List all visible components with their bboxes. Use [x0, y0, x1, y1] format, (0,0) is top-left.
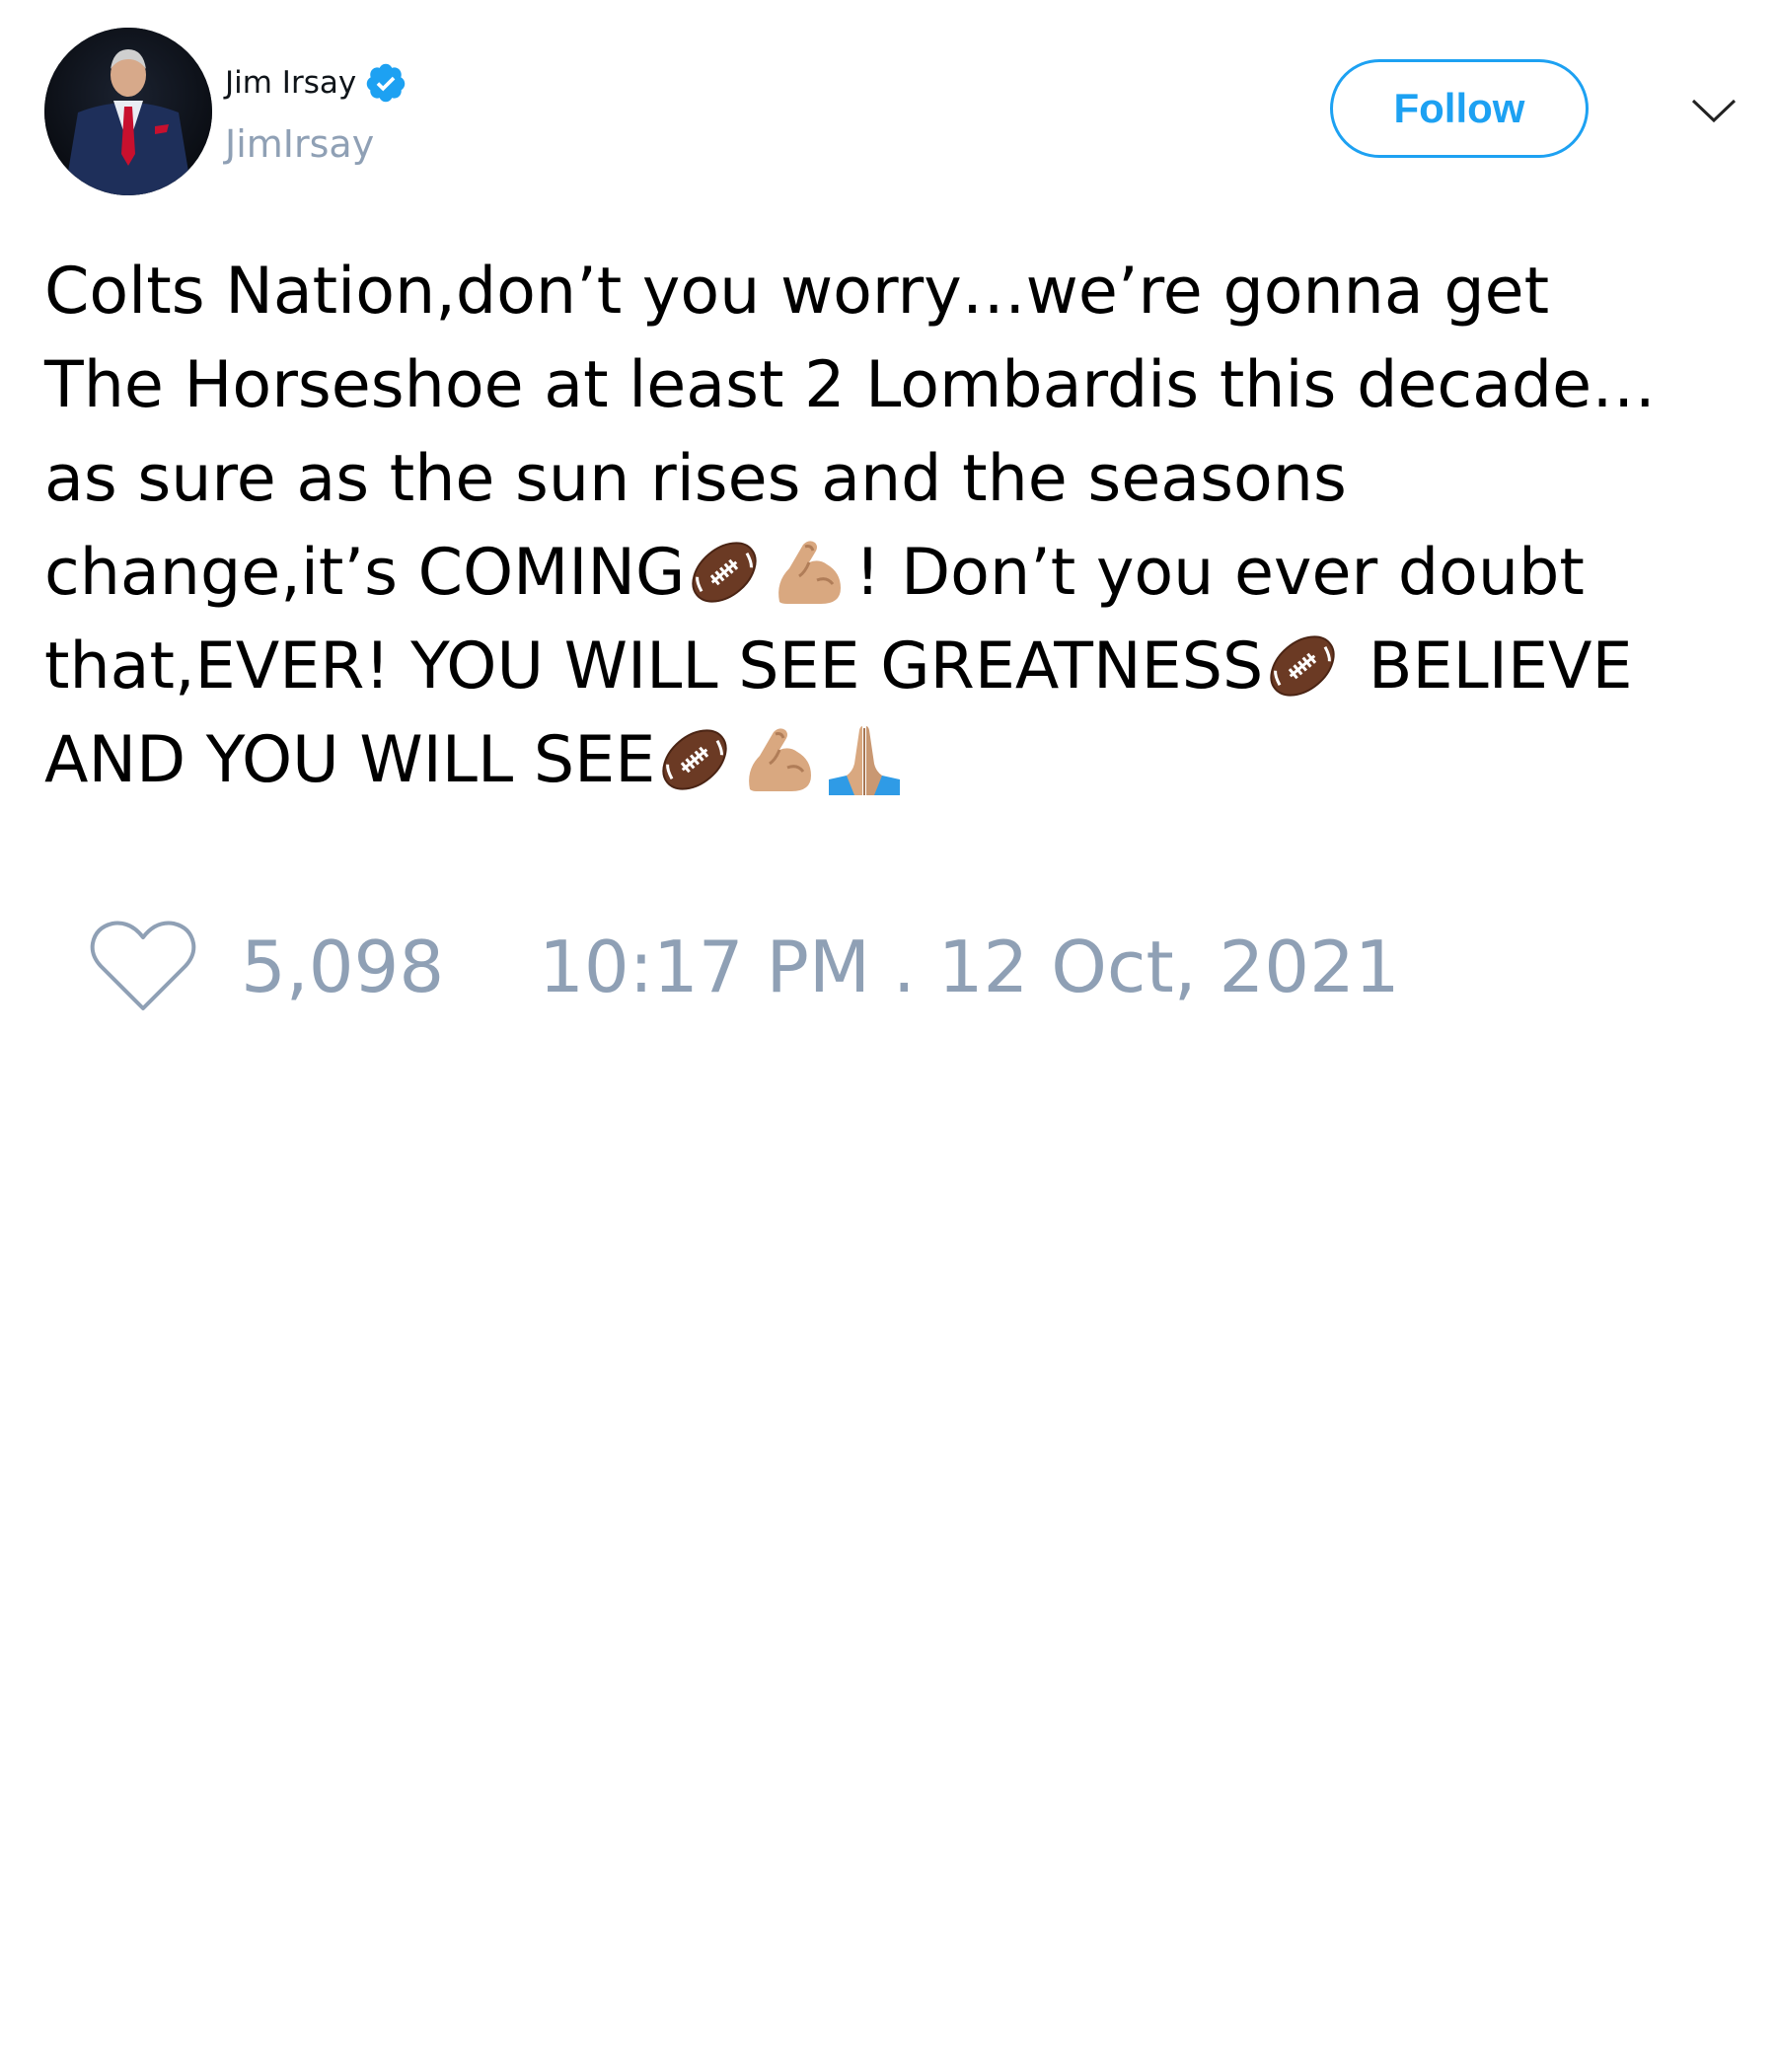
- avatar[interactable]: [44, 28, 212, 195]
- chevron-down-icon[interactable]: [1689, 87, 1739, 136]
- tweet-line-5-text-start: that,EVER! YOU WILL SEE GREATNESS: [44, 629, 1264, 703]
- tweet-line-5: that,EVER! YOU WILL SEE GREATNESS BELIEV…: [44, 620, 1776, 713]
- tweet-line-4: change,it’s COMING ! Don’t you ever doubt: [44, 526, 1776, 620]
- tweet-footer: 5,098 10:17 PM . 12 Oct, 2021: [89, 918, 1400, 1016]
- tweet-timestamp[interactable]: 10:17 PM . 12 Oct, 2021: [539, 925, 1400, 1008]
- heart-icon[interactable]: [89, 920, 197, 1014]
- avatar-image: [44, 28, 212, 195]
- follow-button[interactable]: Follow: [1330, 59, 1589, 158]
- american-football-emoji: [685, 533, 764, 612]
- tweet-line-2: The Horseshoe at least 2 Lombardis this …: [44, 348, 1657, 422]
- user-info: Jim Irsay JimIrsay: [225, 55, 407, 166]
- tweet-line-6-text: AND YOU WILL SEE: [44, 723, 656, 797]
- american-football-emoji: [655, 720, 734, 799]
- verified-badge-icon: [364, 61, 407, 105]
- flexed-biceps-emoji: [740, 720, 819, 799]
- tweet-text: Colts Nation,don’t you worry…we’re gonna…: [44, 245, 1776, 807]
- tweet-line-6: AND YOU WILL SEE: [44, 713, 1776, 807]
- tweet-line-4-text-start: change,it’s COMING: [44, 536, 686, 610]
- tweet-line-5-text-end: BELIEVE: [1348, 629, 1633, 703]
- american-football-emoji: [1263, 627, 1342, 705]
- user-handle[interactable]: JimIrsay: [225, 122, 407, 166]
- tweet-line-4-text-end: ! Don’t you ever doubt: [854, 536, 1585, 610]
- like-count: 5,098: [241, 925, 445, 1008]
- tweet-card: Jim Irsay JimIrsay Follow Colts Nation,d…: [0, 0, 1776, 2072]
- display-name[interactable]: Jim Irsay: [225, 65, 356, 101]
- folded-hands-emoji: [825, 720, 904, 799]
- tweet-line-3: as sure as the sun rises and the seasons: [44, 442, 1347, 516]
- tweet-line-1: Colts Nation,don’t you worry…we’re gonna…: [44, 255, 1550, 329]
- name-row: Jim Irsay: [225, 55, 407, 111]
- flexed-biceps-emoji: [770, 533, 849, 612]
